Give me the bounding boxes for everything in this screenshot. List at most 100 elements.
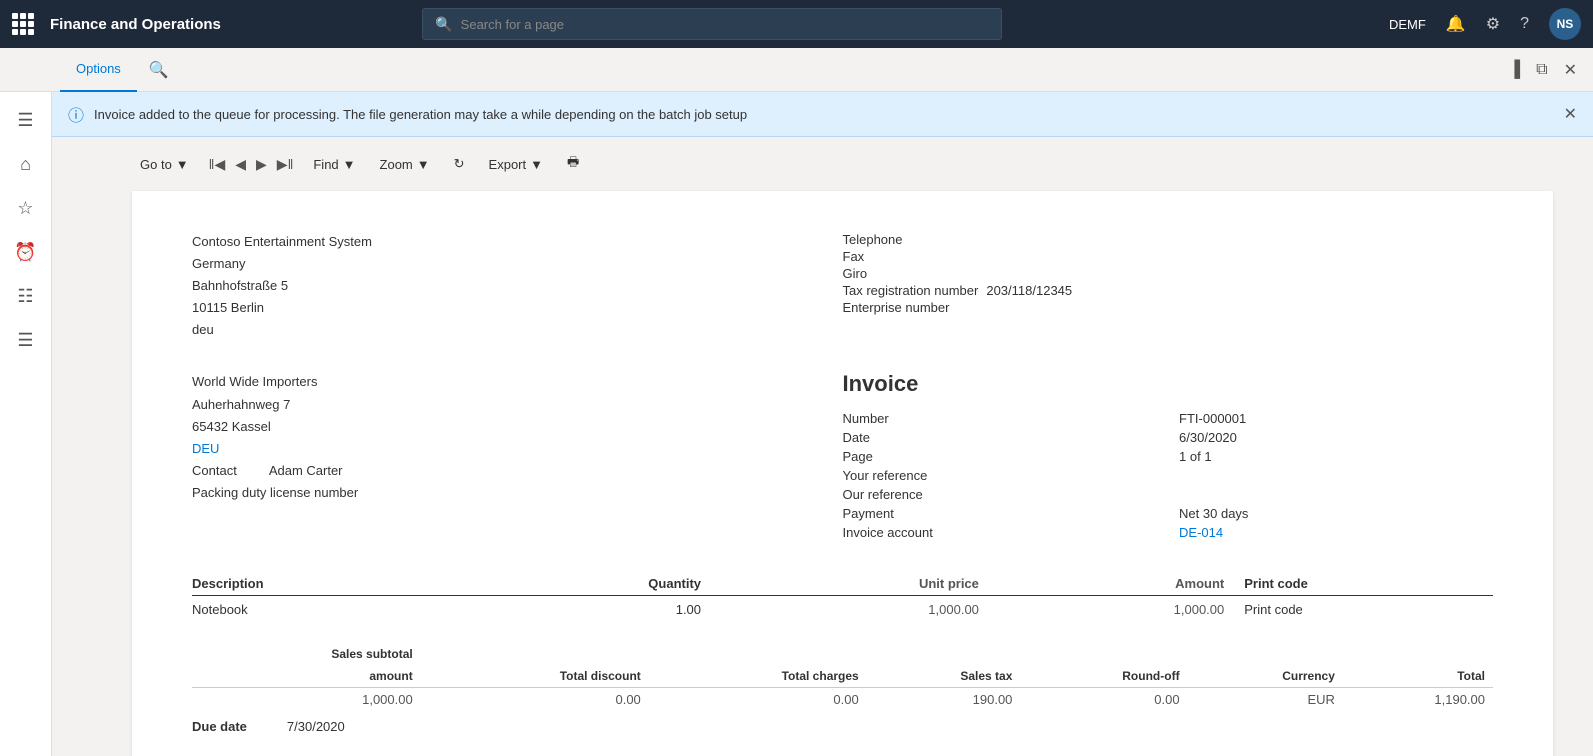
buyer-name: World Wide Importers	[192, 371, 843, 393]
close-icon[interactable]: ✕	[1560, 56, 1581, 84]
totals-tax-label: Sales tax	[867, 665, 1021, 688]
company-code: DEMF	[1389, 17, 1426, 32]
invoice-title: Invoice	[843, 371, 1494, 397]
totals-sales-subtotal-label: Sales subtotal	[192, 643, 421, 665]
totals-discount-label: Total discount	[421, 665, 649, 688]
first-page-btn[interactable]: ‖◀	[205, 154, 230, 175]
secondary-toolbar: Options 🔍 ▐ ⧉ ✕	[0, 48, 1593, 92]
page-label: Page	[843, 447, 1140, 466]
due-date-row: Due date 7/30/2020	[192, 719, 1493, 734]
col-quantity: Quantity	[468, 572, 721, 596]
settings-icon[interactable]: ⚙	[1486, 14, 1500, 34]
totals-currency-label: Currency	[1188, 665, 1343, 688]
invoice-details: Invoice Number FTI-000001 Date 6/30/2020…	[843, 371, 1494, 542]
sidebar-recent[interactable]: ⏰	[6, 232, 46, 272]
item-unit-price: 1,000.00	[721, 596, 999, 624]
col-print-code: Print code	[1244, 572, 1493, 596]
export-btn[interactable]: Export ▼	[481, 153, 551, 176]
buyer-contact-row: Contact Adam Carter	[192, 460, 843, 482]
your-ref-label: Your reference	[843, 466, 1140, 485]
refresh-btn[interactable]: ↻	[446, 152, 473, 176]
sidebar-favorites[interactable]: ☆	[6, 188, 46, 228]
seller-contact-info: Telephone Fax Giro Tax registration	[843, 231, 1494, 341]
invoice-account-label: Invoice account	[843, 523, 1140, 542]
payment-value: Net 30 days	[1139, 504, 1493, 523]
tab-options[interactable]: Options	[60, 48, 137, 92]
seller-lang: deu	[192, 319, 843, 341]
item-quantity: 1.00	[468, 596, 721, 624]
col-unit-price: Unit price	[721, 572, 999, 596]
due-date-label: Due date	[192, 719, 247, 734]
buyer-street: Auherhahnweg 7	[192, 394, 843, 416]
due-date-value: 7/30/2020	[287, 719, 345, 734]
totals-section: Sales subtotal amount Total discount Tot…	[192, 643, 1493, 734]
info-banner: ⓘ Invoice added to the queue for process…	[52, 92, 1593, 137]
toolbar-search-btn[interactable]: 🔍	[141, 60, 177, 80]
search-icon: 🔍	[435, 16, 452, 33]
seller-country: Germany	[192, 253, 843, 275]
invoice-main-section: World Wide Importers Auherhahnweg 7 6543…	[192, 371, 1493, 542]
panel-toggle-icon[interactable]: ▐	[1505, 57, 1524, 83]
invoice-document: Contoso Entertainment System Germany Bah…	[132, 191, 1553, 756]
prev-page-btn[interactable]: ◀	[231, 154, 250, 175]
sidebar-list[interactable]: ☰	[6, 320, 46, 360]
find-btn[interactable]: Find ▼	[305, 153, 363, 176]
info-icon: ⓘ	[68, 102, 84, 126]
sidebar-hamburger[interactable]: ☰	[6, 100, 46, 140]
last-page-btn[interactable]: ▶‖	[273, 154, 298, 175]
popout-icon[interactable]: ⧉	[1532, 57, 1551, 83]
zoom-btn[interactable]: Zoom ▼	[372, 153, 438, 176]
page-value: 1 of 1	[1139, 447, 1493, 466]
invoice-items-table: Description Quantity Unit price Amount P…	[192, 572, 1493, 623]
totals-roundoff-value: 0.00	[1020, 688, 1187, 712]
number-label: Number	[843, 409, 1140, 428]
doc-toolbar: Go to ▼ ‖◀ ◀ ▶ ▶‖ Find ▼ Zoom ▼ ↻ Export…	[52, 137, 1593, 191]
search-bar[interactable]: 🔍	[422, 8, 1002, 40]
print-btn[interactable]: 🖶	[559, 149, 587, 179]
enterprise-label: Enterprise number	[843, 299, 987, 316]
our-ref-label: Our reference	[843, 485, 1140, 504]
fax-label: Fax	[843, 248, 987, 265]
left-sidebar: ☰ ⌂ ☆ ⏰ ☷ ☰	[0, 92, 52, 756]
buyer-city: 65432 Kassel	[192, 416, 843, 438]
banner-message: Invoice added to the queue for processin…	[94, 107, 747, 122]
tax-reg-label: Tax registration number	[843, 282, 987, 299]
item-print-code: Print code	[1244, 596, 1493, 624]
contact-label: Contact	[192, 460, 237, 482]
toolbar-right-actions: ▐ ⧉ ✕	[1505, 56, 1593, 84]
totals-charges-value: 0.00	[649, 688, 867, 712]
payment-label: Payment	[843, 504, 1140, 523]
top-nav: Finance and Operations 🔍 DEMF 🔔 ⚙ ? NS	[0, 0, 1593, 48]
packing-label: Packing duty license number	[192, 482, 843, 504]
search-input[interactable]	[461, 17, 990, 32]
tax-reg-value: 203/118/12345	[986, 282, 1080, 299]
totals-total-label: Total	[1343, 665, 1493, 688]
invoice-account-value[interactable]: DE-014	[1179, 525, 1223, 540]
seller-address: Contoso Entertainment System Germany Bah…	[192, 231, 843, 341]
telephone-label: Telephone	[843, 231, 987, 248]
sidebar-home[interactable]: ⌂	[6, 144, 46, 184]
date-label: Date	[843, 428, 1140, 447]
item-amount: 1,000.00	[999, 596, 1244, 624]
totals-discount-value: 0.00	[421, 688, 649, 712]
totals-tax-value: 190.00	[867, 688, 1021, 712]
giro-label: Giro	[843, 265, 987, 282]
totals-sales-subtotal-value: 1,000.00	[192, 688, 421, 712]
next-page-btn[interactable]: ▶	[252, 154, 271, 175]
seller-city: 10115 Berlin	[192, 297, 843, 319]
totals-currency-value: EUR	[1188, 688, 1343, 712]
sidebar-modules[interactable]: ☷	[6, 276, 46, 316]
user-avatar[interactable]: NS	[1549, 8, 1581, 40]
notifications-icon[interactable]: 🔔	[1446, 14, 1466, 34]
contact-value: Adam Carter	[269, 460, 343, 482]
totals-table: Sales subtotal amount Total discount Tot…	[192, 643, 1493, 711]
app-grid-icon[interactable]	[12, 13, 34, 35]
buyer-country-link[interactable]: DEU	[192, 441, 219, 456]
banner-close-btn[interactable]: ✕	[1564, 104, 1577, 124]
seller-street: Bahnhofstraße 5	[192, 275, 843, 297]
number-value: FTI-000001	[1139, 409, 1493, 428]
seller-name: Contoso Entertainment System	[192, 231, 843, 253]
goto-btn[interactable]: Go to ▼	[132, 153, 197, 176]
help-icon[interactable]: ?	[1520, 15, 1529, 33]
nav-right: DEMF 🔔 ⚙ ? NS	[1389, 8, 1581, 40]
